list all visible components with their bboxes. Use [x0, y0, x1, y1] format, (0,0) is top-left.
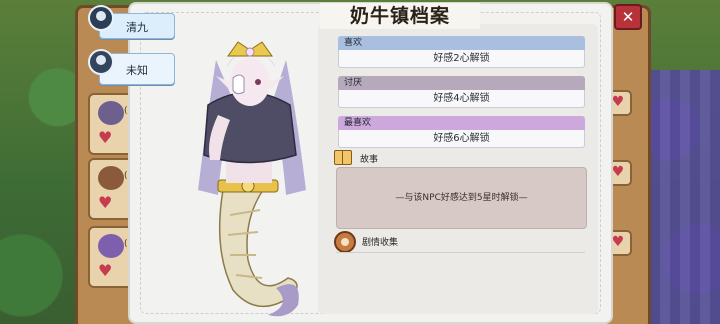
heart-icon: ♥	[98, 261, 113, 280]
like-header: 喜欢	[338, 36, 585, 50]
person-icon	[88, 5, 114, 31]
dislike-header: 讨厌	[338, 76, 585, 90]
page-title: 奶牛镇档案	[320, 3, 480, 29]
npc-portrait	[98, 234, 124, 258]
favorite-header: 最喜欢	[338, 116, 585, 130]
story-locked-box: —与该NPC好感达到5星时解锁—	[336, 167, 587, 229]
story-heading: 故事	[360, 155, 379, 165]
story-book-icon	[334, 150, 352, 165]
close-icon: ✕	[621, 8, 635, 26]
close-button[interactable]: ✕	[614, 4, 642, 30]
like-section: 喜欢 好感2心解锁	[338, 36, 585, 68]
npc-character-sprite	[198, 41, 306, 317]
divider	[336, 252, 585, 253]
npc-portrait	[98, 166, 124, 190]
npc-portrait	[98, 101, 124, 125]
favorite-locked-text: 好感6心解锁	[338, 130, 585, 148]
person-icon	[88, 49, 114, 75]
heart-icon: ♥	[98, 128, 113, 147]
favorite-section: 最喜欢 好感6心解锁	[338, 116, 585, 148]
plot-reel-icon	[334, 231, 356, 253]
plot-collection-heading[interactable]: 剧情收集	[362, 235, 398, 248]
like-locked-text: 好感2心解锁	[338, 50, 585, 68]
dislike-section: 讨厌 好感4心解锁	[338, 76, 585, 108]
dislike-locked-text: 好感4心解锁	[338, 90, 585, 108]
heart-icon: ♥	[98, 193, 113, 212]
